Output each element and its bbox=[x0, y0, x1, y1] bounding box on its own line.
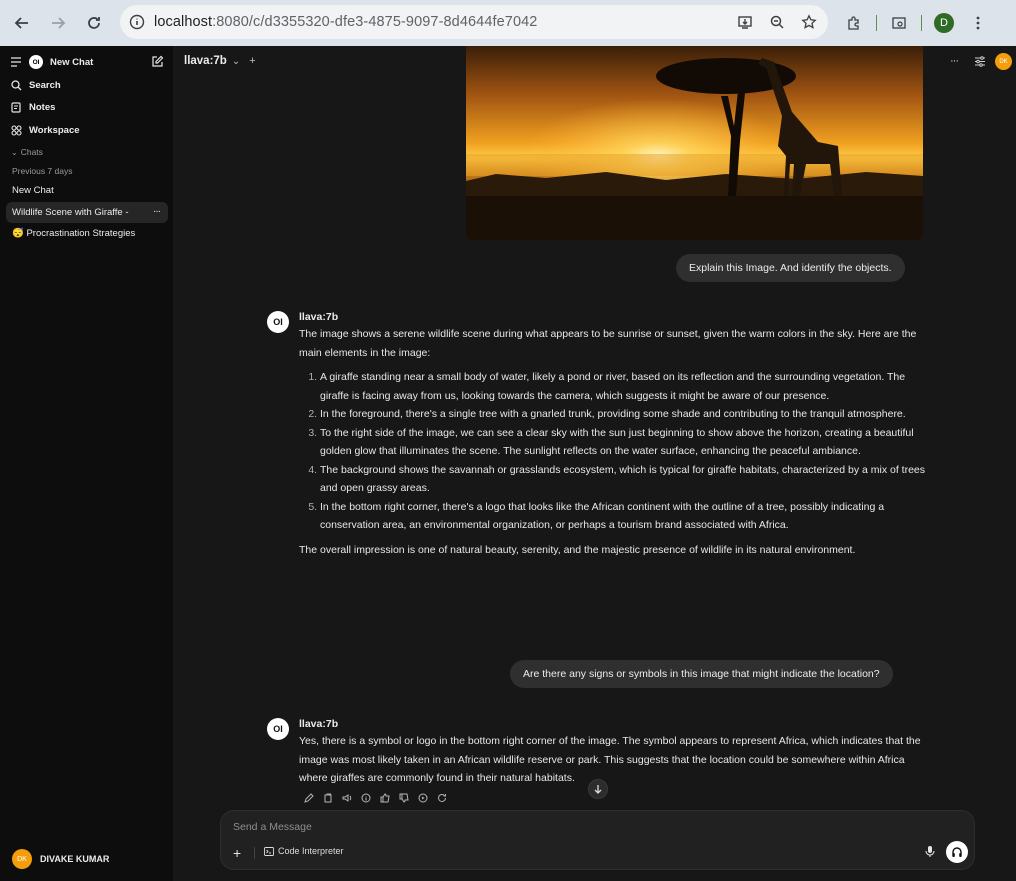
chats-label: Chats bbox=[20, 147, 43, 157]
arrow-down-icon bbox=[594, 785, 602, 794]
giraffe-sunset-image bbox=[466, 46, 923, 240]
profile-initial: D bbox=[934, 13, 954, 33]
chats-toggle[interactable]: ⌄ Chats bbox=[11, 147, 43, 157]
reload-icon[interactable] bbox=[76, 5, 112, 41]
new-chat-label: New Chat bbox=[50, 56, 94, 68]
message-input[interactable]: Send a Message bbox=[233, 821, 312, 833]
more-options-icon[interactable]: ··· bbox=[950, 55, 959, 67]
edit-icon[interactable] bbox=[303, 792, 315, 804]
assistant-intro: The image shows a serene wildlife scene … bbox=[299, 328, 917, 359]
search-icon bbox=[9, 78, 23, 92]
read-aloud-icon[interactable] bbox=[341, 792, 353, 804]
composer-divider bbox=[254, 847, 255, 859]
code-interpreter-label: Code Interpreter bbox=[278, 846, 344, 856]
model-selector[interactable]: llava:7b ⌄ + bbox=[184, 55, 256, 67]
sidebar: OI New Chat Search Notes Workspace ⌄ Chat… bbox=[0, 46, 173, 881]
user-message: Explain this Image. And identify the obj… bbox=[676, 254, 905, 282]
list-item: The background shows the savannah or gra… bbox=[320, 461, 926, 498]
thumbs-up-icon[interactable] bbox=[379, 792, 391, 804]
assistant-list: A giraffe standing near a small body of … bbox=[299, 368, 926, 535]
chat-main: llava:7b ⌄ + ··· DK Explain this Image. … bbox=[173, 46, 1016, 881]
headphones-icon bbox=[952, 847, 962, 857]
bookmark-star-icon[interactable] bbox=[798, 11, 820, 33]
regenerate-icon[interactable] bbox=[436, 792, 448, 804]
list-item: In the foreground, there's a single tree… bbox=[320, 405, 926, 424]
notes-icon bbox=[9, 100, 23, 114]
chevron-down-icon: ⌄ bbox=[231, 56, 241, 67]
install-app-icon[interactable] bbox=[734, 11, 756, 33]
uploaded-image[interactable] bbox=[466, 46, 923, 240]
section-previous-7-days: Previous 7 days bbox=[12, 166, 73, 176]
model-name: llava:7b bbox=[184, 55, 227, 67]
info-icon[interactable] bbox=[360, 792, 372, 804]
chevron-down-icon: ⌄ bbox=[11, 148, 18, 157]
assistant-name: llava:7b bbox=[299, 311, 339, 323]
notes-label: Notes bbox=[29, 101, 56, 113]
voice-mode-button[interactable] bbox=[946, 841, 968, 863]
workspace-icon bbox=[9, 123, 23, 137]
user-avatar: DK bbox=[12, 849, 32, 869]
zoom-icon[interactable] bbox=[766, 11, 788, 33]
toolbar-separator bbox=[876, 15, 877, 31]
list-item: To the right side of the image, we can s… bbox=[320, 424, 926, 461]
user-avatar-small[interactable]: DK bbox=[995, 53, 1012, 70]
list-item: A giraffe standing near a small body of … bbox=[320, 368, 926, 405]
browser-toolbar: localhost:8080/c/d3355320-dfe3-4875-9097… bbox=[0, 0, 1016, 46]
assistant-message: The image shows a serene wildlife scene … bbox=[299, 325, 926, 559]
user-message: Are there any signs or symbols in this i… bbox=[510, 660, 893, 688]
chat-item-title: Wildlife Scene with Giraffe - bbox=[12, 207, 129, 218]
terminal-icon bbox=[264, 846, 274, 856]
list-item: In the bottom right corner, there's a lo… bbox=[320, 498, 926, 535]
assistant-outro: The overall impression is one of natural… bbox=[299, 543, 856, 556]
sidebar-search[interactable]: Search bbox=[0, 74, 61, 96]
url-text: localhost:8080/c/d3355320-dfe3-4875-9097… bbox=[154, 14, 538, 30]
user-name: DIVAKE KUMAR bbox=[40, 854, 110, 864]
user-menu[interactable]: DK DIVAKE KUMAR bbox=[12, 849, 109, 869]
add-attachment-icon[interactable]: + bbox=[233, 845, 241, 861]
assistant-avatar: OI bbox=[267, 311, 289, 333]
site-info-icon[interactable] bbox=[120, 14, 154, 30]
extensions-icon[interactable] bbox=[840, 9, 868, 37]
back-icon[interactable] bbox=[4, 5, 40, 41]
profile-avatar[interactable]: D bbox=[930, 9, 958, 37]
sidebar-workspace[interactable]: Workspace bbox=[0, 119, 80, 141]
code-interpreter-toggle[interactable]: Code Interpreter bbox=[264, 846, 344, 856]
scroll-to-bottom-button[interactable] bbox=[588, 779, 608, 799]
controls-icon[interactable] bbox=[974, 56, 986, 70]
chat-item[interactable]: 😴 Procrastination Strategies bbox=[6, 223, 168, 244]
assistant-name: llava:7b bbox=[299, 718, 339, 730]
message-actions bbox=[303, 792, 448, 804]
chat-item-active[interactable]: Wildlife Scene with Giraffe - ··· bbox=[6, 202, 168, 223]
compose-icon[interactable] bbox=[151, 55, 164, 71]
assistant-avatar: OI bbox=[267, 718, 289, 740]
sidebar-notes[interactable]: Notes bbox=[0, 96, 55, 118]
search-label: Search bbox=[29, 79, 61, 91]
assistant-message: Yes, there is a symbol or logo in the bo… bbox=[299, 735, 921, 784]
address-bar[interactable]: localhost:8080/c/d3355320-dfe3-4875-9097… bbox=[120, 5, 828, 39]
chat-item[interactable]: New Chat bbox=[6, 180, 168, 201]
workspace-label: Workspace bbox=[29, 124, 80, 136]
menu-icon[interactable] bbox=[9, 55, 23, 69]
add-model-icon[interactable]: + bbox=[249, 55, 255, 67]
tab-search-icon[interactable] bbox=[885, 9, 913, 37]
copy-icon[interactable] bbox=[322, 792, 334, 804]
forward-icon[interactable] bbox=[40, 5, 76, 41]
openwebui-logo: OI bbox=[29, 55, 43, 69]
more-options-icon[interactable]: ··· bbox=[153, 206, 161, 217]
toolbar-separator bbox=[921, 15, 922, 31]
browser-menu-icon[interactable] bbox=[964, 9, 992, 37]
sidebar-new-chat[interactable]: OI New Chat bbox=[0, 51, 173, 73]
microphone-icon[interactable] bbox=[925, 845, 935, 863]
continue-icon[interactable] bbox=[417, 792, 429, 804]
message-composer[interactable]: Send a Message + Code Interpreter bbox=[220, 810, 975, 870]
thumbs-down-icon[interactable] bbox=[398, 792, 410, 804]
